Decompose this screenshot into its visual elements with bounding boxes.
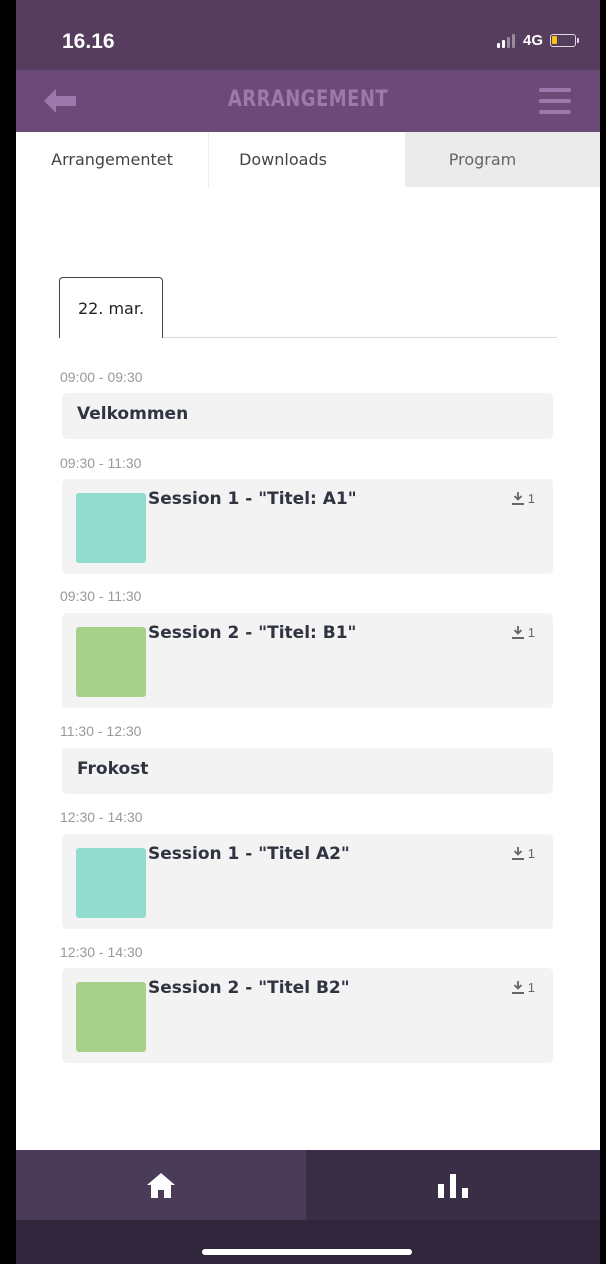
status-bar: 16.16 4G (16, 0, 600, 70)
time-label: 12:30 - 14:30 (60, 809, 143, 825)
tab-downloads[interactable]: Downloads (209, 132, 405, 187)
hamburger-menu-icon[interactable] (539, 88, 571, 114)
session-title: Session 2 - "Titel B2" (148, 978, 350, 998)
session-card[interactable]: Session 1 - "Titel A2" 1 (62, 834, 553, 929)
home-indicator-area (16, 1220, 600, 1264)
schedule-item-title: Frokost (77, 759, 149, 779)
session-color-swatch (76, 982, 146, 1052)
session-color-swatch (76, 848, 146, 918)
app-header: ARRANGEMENT (16, 70, 600, 132)
time-label: 09:30 - 11:30 (60, 588, 142, 604)
download-icon (511, 492, 524, 505)
schedule-item-velkommen[interactable]: Velkommen (62, 393, 553, 439)
schedule-item-frokost[interactable]: Frokost (62, 748, 553, 794)
time-label: 09:00 - 09:30 (60, 369, 143, 385)
status-time: 16.16 (62, 30, 115, 53)
time-label: 12:30 - 14:30 (60, 944, 143, 960)
session-title: Session 1 - "Titel A2" (148, 844, 350, 864)
status-indicators: 4G (496, 32, 579, 49)
session-title: Session 2 - "Titel: B1" (148, 623, 357, 643)
session-color-swatch (76, 493, 146, 563)
battery-icon (550, 34, 579, 47)
date-tab[interactable]: 22. mar. (59, 277, 163, 338)
download-icon (511, 847, 524, 860)
section-tabs: Arrangementet Downloads Program (16, 132, 600, 187)
download-count-value: 1 (527, 980, 535, 995)
home-icon (147, 1173, 175, 1198)
session-card[interactable]: Session 2 - "Titel B2" 1 (62, 968, 553, 1063)
bottom-nav (16, 1150, 600, 1220)
time-label: 11:30 - 12:30 (60, 723, 142, 739)
session-card[interactable]: Session 1 - "Titel: A1" 1 (62, 479, 553, 574)
download-count[interactable]: 1 (511, 491, 535, 506)
download-icon (511, 626, 524, 639)
download-count-value: 1 (527, 846, 535, 861)
tab-arrangementet[interactable]: Arrangementet (16, 132, 209, 187)
session-color-swatch (76, 627, 146, 697)
download-count[interactable]: 1 (511, 980, 535, 995)
signal-icon (496, 33, 515, 48)
bar-chart-icon (438, 1174, 468, 1198)
download-count[interactable]: 1 (511, 625, 535, 640)
session-card[interactable]: Session 2 - "Titel: B1" 1 (62, 613, 553, 708)
download-count-value: 1 (527, 625, 535, 640)
time-label: 09:30 - 11:30 (60, 455, 142, 471)
network-type: 4G (522, 32, 543, 49)
nav-stats-button[interactable] (306, 1150, 600, 1220)
download-icon (511, 981, 524, 994)
home-indicator[interactable] (202, 1249, 412, 1255)
download-count[interactable]: 1 (511, 846, 535, 861)
schedule-item-title: Velkommen (77, 404, 189, 424)
download-count-value: 1 (527, 491, 535, 506)
page-title: ARRANGEMENT (227, 87, 389, 112)
phone-screen: 16.16 4G ARRANGEMENT Arrangementet Downl… (16, 0, 600, 1264)
tab-program[interactable]: Program (405, 132, 600, 187)
nav-home-button[interactable] (16, 1150, 306, 1220)
session-title: Session 1 - "Titel: A1" (148, 489, 357, 509)
